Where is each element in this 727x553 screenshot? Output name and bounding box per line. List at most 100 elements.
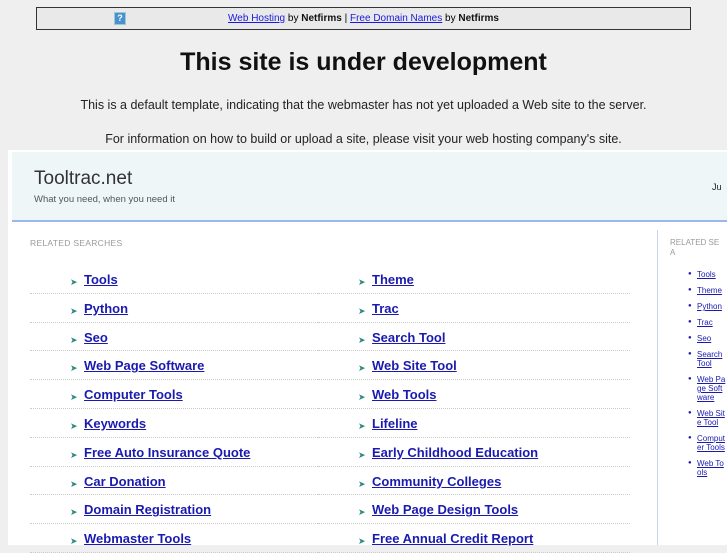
bullet-icon: ● (688, 435, 692, 441)
related-link[interactable]: Theme (372, 272, 414, 287)
side-list-item: ● Seo (688, 334, 726, 343)
side-list-item: ● Theme (688, 286, 726, 295)
list-item: ➤ Webmaster Tools (30, 524, 342, 553)
list-item: ➤ Seo (30, 323, 342, 352)
list-item: ➤ Web Page Design Tools (318, 495, 630, 525)
related-link[interactable]: Domain Registration (84, 502, 211, 517)
list-item: ➤ Trac (318, 294, 630, 323)
related-link[interactable]: Free Annual Credit Report (372, 531, 533, 546)
side-related-link[interactable]: Computer Tools (697, 434, 725, 452)
related-list-right: ➤ Theme ➤ Trac ➤ Search Tool ➤ Web Site Tool ➤ We… (318, 265, 630, 553)
arrow-bullet-icon: ➤ (70, 305, 78, 316)
side-related-list: ● Tools ● Theme ● Python ● Trac ● Seo ● Search Tool… (688, 270, 726, 484)
site-name[interactable]: Tooltrac.net (34, 168, 132, 190)
side-list-item: ● Python (688, 302, 726, 311)
side-related-link[interactable]: Theme (697, 286, 722, 295)
arrow-bullet-icon: ➤ (358, 478, 366, 489)
bullet-icon: ● (688, 376, 692, 382)
list-item: ➤ Python (30, 294, 342, 323)
list-item: ➤ Computer Tools (30, 380, 342, 409)
bullet-icon: ● (688, 351, 692, 357)
arrow-bullet-icon: ➤ (358, 363, 366, 374)
list-item: ➤ Keywords (30, 409, 342, 438)
side-related-link[interactable]: Tools (697, 270, 716, 279)
related-list-left: ➤ Tools ➤ Python ➤ Seo ➤ Web Page Software ➤ Comp… (30, 265, 342, 553)
free-domain-link[interactable]: Free Domain Names (350, 13, 442, 24)
parked-page-frame: Tooltrac.net What you need, when you nee… (8, 150, 727, 553)
arrow-bullet-icon: ➤ (70, 392, 78, 403)
side-list-item: ● Web Site Tool (688, 409, 726, 427)
list-item: ➤ Web Site Tool (318, 351, 630, 381)
arrow-bullet-icon: ➤ (70, 363, 78, 374)
list-item: ➤ Web Tools (318, 380, 630, 409)
separator: | (344, 13, 348, 24)
netfirms-banner: ? Web Hosting by Netfirms | Free Domain … (36, 7, 691, 30)
arrow-bullet-icon: ➤ (358, 536, 366, 547)
side-related-link[interactable]: Seo (697, 334, 711, 343)
arrow-bullet-icon: ➤ (358, 392, 366, 403)
arrow-bullet-icon: ➤ (358, 449, 366, 460)
side-list-item: ● Search Tool (688, 350, 726, 368)
intro-text: This is a default template, indicating t… (80, 98, 647, 112)
related-link[interactable]: Web Page Software (84, 358, 204, 373)
brand-text: Netfirms (301, 13, 342, 24)
side-list-item: ● Tools (688, 270, 726, 279)
by-text: by (287, 13, 299, 24)
side-related-link[interactable]: Trac (697, 318, 713, 327)
bullet-icon: ● (688, 271, 692, 277)
related-link[interactable]: Search Tool (372, 330, 445, 345)
list-item: ➤ Car Donation (30, 467, 342, 496)
site-header: Tooltrac.net What you need, when you nee… (12, 152, 727, 222)
list-item: ➤ Free Annual Credit Report (318, 524, 630, 553)
arrow-bullet-icon: ➤ (70, 277, 78, 287)
help-icon[interactable]: ? (114, 12, 126, 25)
brand-text: Netfirms (458, 13, 499, 24)
list-item: ➤ Early Childhood Education (318, 438, 630, 467)
list-item: ➤ Tools (30, 265, 342, 294)
related-link[interactable]: Community Colleges (372, 474, 501, 489)
related-link[interactable]: Python (84, 301, 128, 316)
related-link[interactable]: Early Childhood Education (372, 445, 538, 460)
list-item: ➤ Free Auto Insurance Quote (30, 438, 342, 467)
side-list-item: ● Trac (688, 318, 726, 327)
side-related-link[interactable]: Web Site Tool (697, 409, 725, 427)
bullet-icon: ● (688, 335, 692, 341)
side-list-item: ● Web Page Software (688, 375, 726, 402)
bullet-icon: ● (688, 319, 692, 325)
arrow-bullet-icon: ➤ (70, 420, 78, 431)
related-link[interactable]: Computer Tools (84, 387, 183, 402)
side-related-link[interactable]: Python (697, 302, 722, 311)
arrow-bullet-icon: ➤ (358, 277, 366, 287)
arrow-bullet-icon: ➤ (358, 507, 366, 518)
related-link[interactable]: Free Auto Insurance Quote (84, 445, 250, 460)
side-related-label: RELATED SEA (670, 238, 720, 257)
side-related-link[interactable]: Web Tools (697, 459, 724, 477)
arrow-bullet-icon: ➤ (70, 478, 78, 489)
related-link[interactable]: Lifeline (372, 416, 418, 431)
related-link[interactable]: Keywords (84, 416, 146, 431)
related-link[interactable]: Webmaster Tools (84, 531, 191, 546)
list-item: ➤ Community Colleges (318, 467, 630, 496)
related-link[interactable]: Seo (84, 330, 108, 345)
side-list-item: ● Computer Tools (688, 434, 726, 452)
by-text: by (445, 13, 456, 24)
related-link[interactable]: Web Page Design Tools (372, 502, 518, 517)
related-link[interactable]: Trac (372, 301, 399, 316)
list-item: ➤ Search Tool (318, 323, 630, 352)
related-link[interactable]: Web Tools (372, 387, 437, 402)
arrow-bullet-icon: ➤ (70, 334, 78, 345)
side-related-link[interactable]: Search Tool (697, 350, 722, 368)
site-tagline: What you need, when you need it (34, 194, 176, 205)
bullet-icon: ● (688, 410, 692, 416)
side-panel: RELATED SEA ● Tools ● Theme ● Python ● Trac ● Seo… (657, 230, 727, 545)
side-related-link[interactable]: Web Page Software (697, 375, 725, 402)
list-item: ➤ Lifeline (318, 409, 630, 438)
list-item: ➤ Theme (318, 265, 630, 294)
related-link[interactable]: Web Site Tool (372, 358, 457, 373)
arrow-bullet-icon: ➤ (70, 507, 78, 518)
bullet-icon: ● (688, 303, 692, 309)
related-link[interactable]: Tools (84, 272, 118, 287)
related-link[interactable]: Car Donation (84, 474, 166, 489)
arrow-bullet-icon: ➤ (70, 536, 78, 547)
web-hosting-link[interactable]: Web Hosting (228, 13, 285, 24)
